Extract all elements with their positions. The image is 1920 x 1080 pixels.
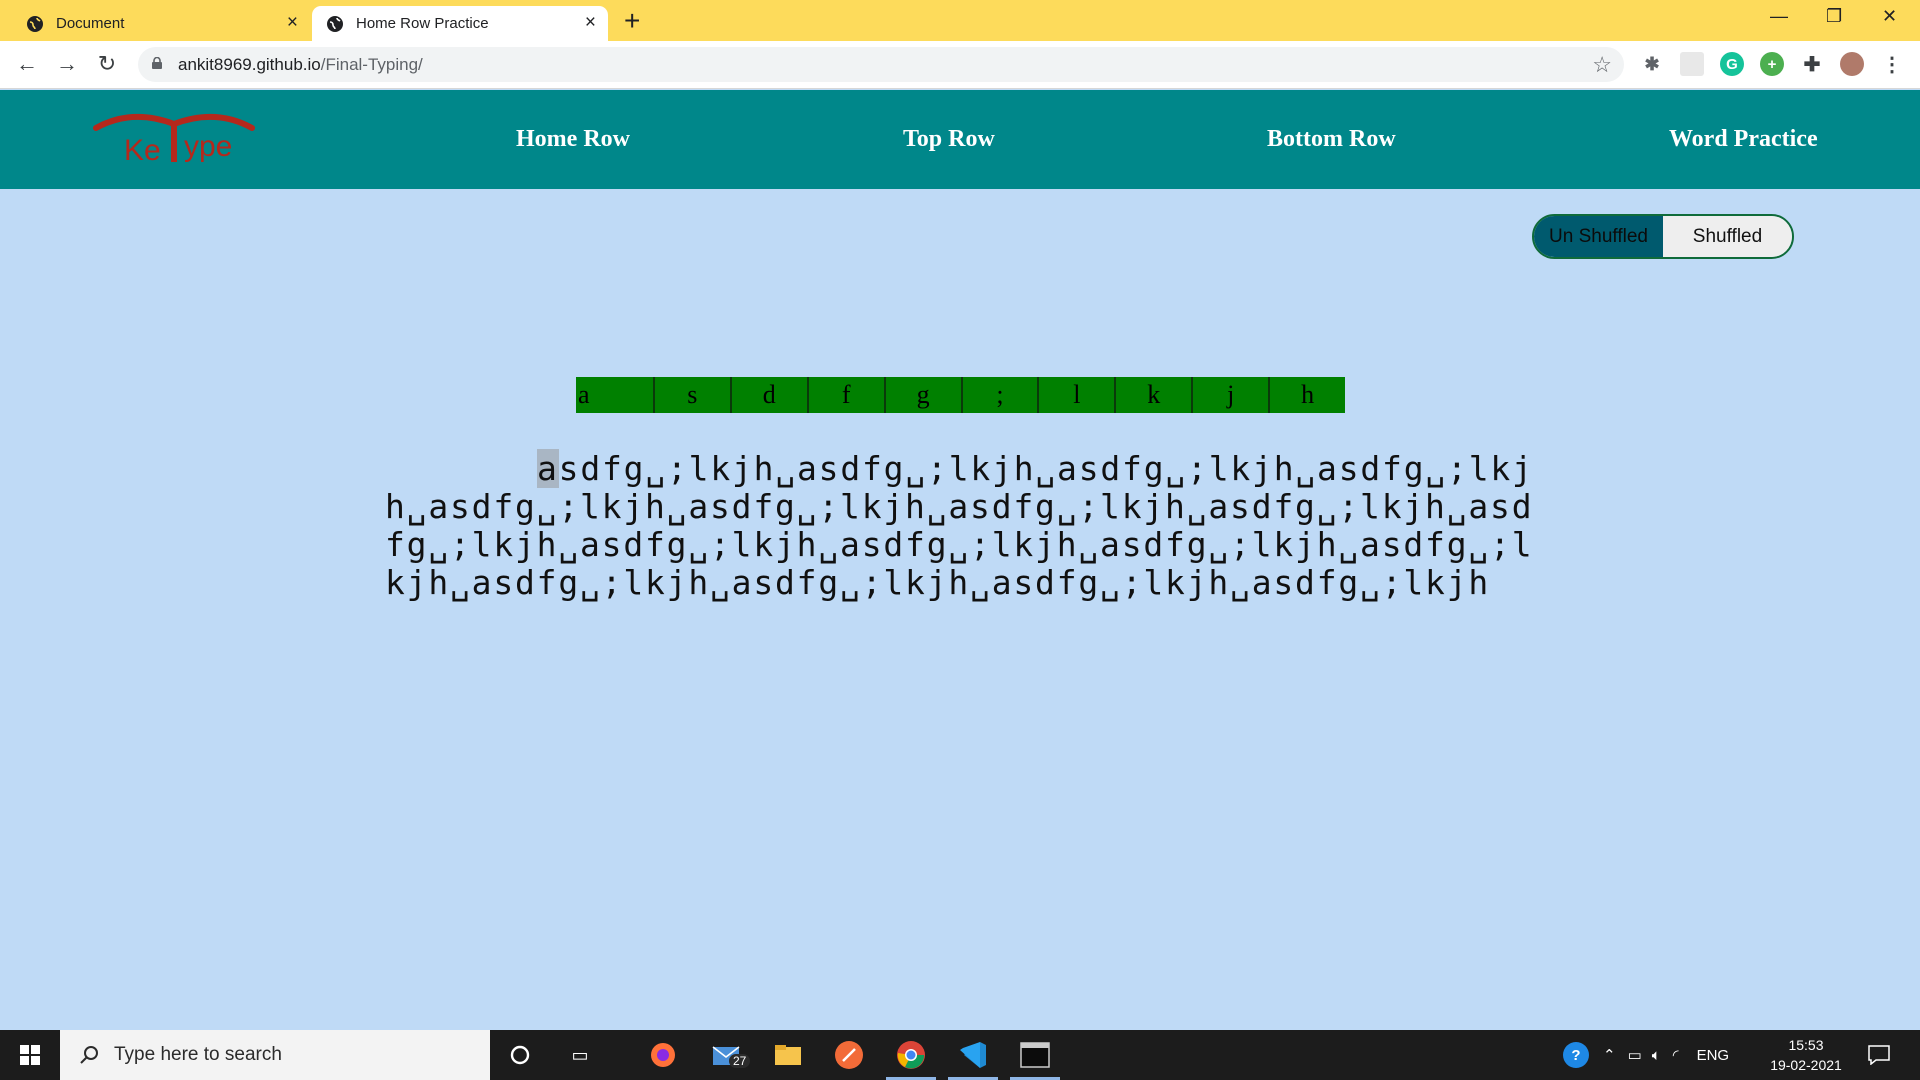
new-tab-button[interactable]: + (624, 6, 640, 36)
current-character: a (537, 449, 559, 488)
orange-app-icon[interactable] (834, 1040, 864, 1070)
cortana-icon[interactable] (505, 1040, 535, 1070)
url-input[interactable]: ankit8969.github.io/Final-Typing/ ☆ (138, 47, 1624, 82)
menu-kebab-icon[interactable]: ⋮ (1880, 52, 1904, 76)
search-icon (80, 1046, 98, 1064)
key-s: s (655, 377, 732, 413)
volume-icon[interactable]: 🔈︎ (1652, 1047, 1661, 1064)
site-header: Ke ype Home Row Top Row Bottom Row Word … (0, 90, 1920, 189)
wifi-icon[interactable]: ◜ (1673, 1046, 1679, 1064)
nav-home-row[interactable]: Home Row (516, 126, 630, 153)
svg-text:ype: ype (184, 130, 232, 163)
terminal-icon[interactable] (1010, 1040, 1060, 1080)
ketype-logo[interactable]: Ke ype (92, 110, 262, 170)
mail-icon[interactable]: 27 (711, 1040, 751, 1070)
back-icon[interactable]: ← (14, 51, 40, 77)
plus-extension-icon[interactable]: + (1760, 52, 1784, 76)
minimize-icon[interactable]: — (1770, 6, 1788, 27)
bug-extension-icon[interactable]: ✱ (1640, 52, 1664, 76)
close-tab-icon[interactable]: × (585, 13, 596, 32)
tab-document[interactable]: Document × (12, 6, 310, 41)
nav-bottom-row[interactable]: Bottom Row (1267, 126, 1396, 153)
help-icon[interactable]: ? (1563, 1042, 1589, 1068)
bookmark-star-icon[interactable]: ☆ (1592, 52, 1612, 78)
close-tab-icon[interactable]: × (287, 13, 298, 32)
notification-icon[interactable] (1864, 1040, 1894, 1070)
globe-icon (27, 15, 43, 32)
grammarly-extension-icon[interactable]: G (1720, 52, 1744, 76)
key-k: k (1116, 377, 1194, 413)
key-a: a (576, 377, 655, 413)
key-j: j (1193, 377, 1271, 413)
nav-word-practice[interactable]: Word Practice (1669, 126, 1818, 153)
key-strip: a s d f g ; l k j h (576, 377, 1345, 413)
taskbar-search-input[interactable]: Type here to search (60, 1030, 490, 1080)
globe-icon (327, 15, 343, 32)
firefox-icon[interactable] (648, 1040, 678, 1070)
chevron-up-icon[interactable]: ⌃ (1603, 1046, 1616, 1064)
blank-extension-icon[interactable] (1680, 52, 1704, 76)
system-tray: ? ⌃ ▭ 🔈︎ ◜ ENG (1563, 1030, 1729, 1080)
tab-label: Document (56, 15, 125, 32)
file-explorer-icon[interactable] (773, 1040, 803, 1070)
key-d: d (732, 377, 809, 413)
tab-label: Home Row Practice (356, 15, 489, 32)
profile-avatar[interactable] (1840, 52, 1864, 76)
shuffled-option[interactable]: Shuffled (1663, 216, 1792, 257)
maximize-icon[interactable]: ❐ (1826, 6, 1842, 27)
address-bar: ← → ↻ ankit8969.github.io/Final-Typing/ … (0, 41, 1920, 89)
puzzle-extensions-icon[interactable]: ✚ (1800, 52, 1824, 76)
practice-text[interactable]: asdfg␣;lkjh␣asdfg␣;lkjh␣asdfg␣;lkjh␣asdf… (385, 449, 1535, 602)
key-f: f (809, 377, 886, 413)
key-h: h (1301, 380, 1315, 409)
unshuffled-option[interactable]: Un Shuffled (1534, 216, 1663, 257)
tab-home-row-practice[interactable]: Home Row Practice × (312, 6, 608, 41)
key-g: g (886, 377, 963, 413)
lock-icon (152, 57, 162, 69)
nav-top-row[interactable]: Top Row (903, 126, 995, 153)
mail-badge: 27 (729, 1054, 751, 1068)
close-window-icon[interactable]: ✕ (1882, 6, 1897, 27)
windows-taskbar: Type here to search ▭ 27 ? ⌃ ▭ 🔈︎ ◜ ENG … (0, 1030, 1920, 1080)
reload-icon[interactable]: ↻ (94, 51, 120, 77)
url-text: ankit8969.github.io/Final-Typing/ (178, 55, 423, 74)
battery-icon[interactable]: ▭ (1628, 1046, 1642, 1064)
forward-icon[interactable]: → (54, 51, 80, 77)
task-view-icon[interactable]: ▭ (565, 1040, 595, 1070)
svg-text:Ke: Ke (124, 134, 161, 167)
language-indicator[interactable]: ENG (1697, 1047, 1730, 1064)
chrome-icon[interactable] (886, 1040, 936, 1080)
shuffle-toggle: Un Shuffled Shuffled (1532, 214, 1794, 259)
browser-tab-bar: Document × Home Row Practice × + — ❐ ✕ (0, 0, 1920, 41)
windows-start-icon[interactable] (0, 1030, 60, 1080)
vscode-icon[interactable] (948, 1040, 998, 1080)
key-semicolon: ; (963, 377, 1040, 413)
taskbar-clock[interactable]: 15:53 19-02-2021 (1766, 1035, 1846, 1075)
key-l: l (1039, 377, 1117, 413)
